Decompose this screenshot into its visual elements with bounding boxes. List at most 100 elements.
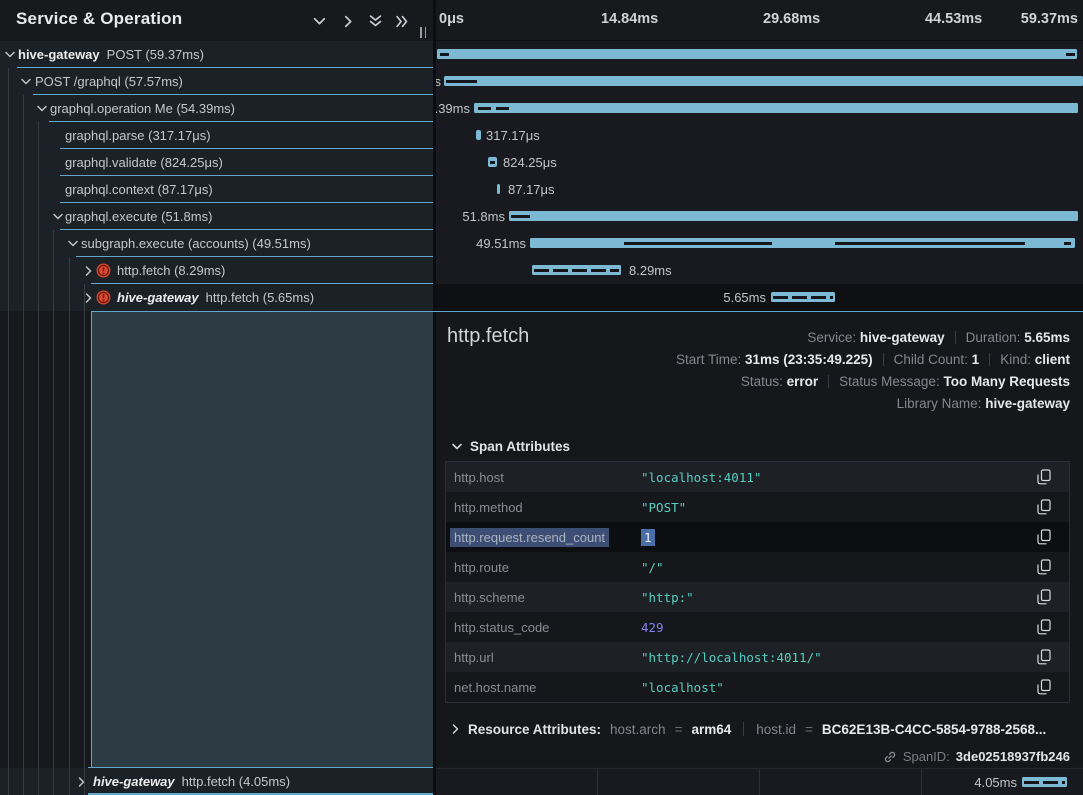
chevron-down-icon[interactable]: [37, 95, 47, 122]
attr-value: 1: [641, 529, 655, 546]
span-title: http.fetch: [447, 325, 529, 348]
tree-row-subgraph-execute[interactable]: subgraph.execute (accounts) (49.51ms): [0, 230, 433, 257]
attr-value: "localhost:4011": [641, 470, 761, 485]
expansion-bottom-line: [88, 767, 433, 769]
collapse-all-icon[interactable]: [367, 14, 383, 28]
span-id-label: SpanID:: [903, 749, 950, 764]
attr-row[interactable]: net.host.name "localhost": [446, 672, 1069, 702]
tick-label: 0μs: [439, 11, 464, 27]
chevron-down-icon[interactable]: [53, 203, 63, 230]
span-metadata: Service: hive-gatewayDuration: 5.65ms St…: [676, 327, 1070, 415]
tree-row-graphql-parse[interactable]: graphql.parse (317.17μs): [0, 122, 433, 149]
collapse-one-icon[interactable]: [311, 14, 327, 28]
span-bar[interactable]: [1022, 777, 1067, 787]
section-title: Span Attributes: [470, 439, 570, 454]
chevron-right-icon[interactable]: [85, 257, 92, 284]
tree-row-graphql-context[interactable]: graphql.context (87.17μs): [0, 176, 433, 203]
timeline-header: 0μs 14.84ms 29.68ms 44.53ms 59.37ms: [436, 0, 1083, 41]
attr-key: http.scheme: [454, 590, 525, 605]
tree-header: Service & Operation: [0, 0, 433, 41]
attr-row-selected[interactable]: http.request.resend_count 1: [446, 522, 1069, 552]
error-icon: [96, 290, 111, 305]
tree-row-http-fetch-1[interactable]: http.fetch (8.29ms): [0, 257, 433, 284]
copy-icon[interactable]: [1037, 649, 1053, 665]
tree-row-graphql-execute[interactable]: graphql.execute (51.8ms): [0, 203, 433, 230]
selected-row-underline: [91, 311, 1083, 313]
chevron-down-icon[interactable]: [5, 41, 15, 68]
span-bar[interactable]: [530, 238, 1075, 248]
attr-row[interactable]: http.status_code 429: [446, 612, 1069, 642]
attr-value: 429: [641, 620, 664, 635]
meta-label: Service:: [807, 330, 856, 345]
timeline-row: 49.51ms: [436, 230, 1083, 257]
copy-icon[interactable]: [1037, 589, 1053, 605]
attr-row[interactable]: http.method "POST": [446, 492, 1069, 522]
panel-resize-handle[interactable]: [420, 27, 428, 38]
copy-icon[interactable]: [1037, 469, 1053, 485]
attr-row[interactable]: http.route "/": [446, 552, 1069, 582]
span-bar[interactable]: [476, 130, 481, 140]
section-title: Resource Attributes:: [468, 722, 601, 737]
span-attributes-header[interactable]: Span Attributes: [452, 439, 570, 454]
meta-value: 1: [972, 352, 980, 367]
span-label: graphql.execute (51.8ms): [65, 209, 212, 224]
expand-one-icon[interactable]: [340, 14, 356, 28]
timeline-panel: 0μs 14.84ms 29.68ms 44.53ms 59.37ms 57.5…: [436, 0, 1083, 795]
span-bar[interactable]: [488, 157, 497, 167]
timeline-row: 824.25μs: [436, 149, 1083, 176]
span-bar[interactable]: [474, 103, 1078, 113]
tree-row-post-graphql[interactable]: POST /graphql (57.57ms): [0, 68, 433, 95]
footer-row-underline: [88, 793, 433, 795]
tree-row-graphql-operation[interactable]: graphql.operation Me (54.39ms): [0, 95, 433, 122]
span-label: http.fetch (5.65ms): [206, 290, 314, 305]
tree-row-http-fetch-3[interactable]: hive-gatewayhttp.fetch (4.05ms): [0, 768, 433, 795]
copy-icon[interactable]: [1037, 619, 1053, 635]
copy-icon[interactable]: [1037, 679, 1053, 695]
duration-label: 317.17μs: [486, 122, 540, 149]
tick-label: 59.37ms: [1021, 11, 1078, 27]
expand-all-icon[interactable]: [394, 14, 410, 28]
service-name: hive-gateway: [117, 290, 199, 305]
attr-row[interactable]: http.scheme "http:": [446, 582, 1069, 612]
span-tree-panel: Service & Operation hive-gatewayPOST (59…: [0, 0, 433, 795]
tick-label: 44.53ms: [925, 11, 982, 27]
meta-value: client: [1035, 352, 1070, 367]
span-bar[interactable]: [509, 211, 1078, 221]
span-label: http.fetch (8.29ms): [117, 263, 225, 278]
attr-key: http.route: [454, 560, 509, 575]
attr-row[interactable]: http.url "http://localhost:4011/": [446, 642, 1069, 672]
attr-key: http.host: [454, 470, 504, 485]
span-bar[interactable]: [771, 292, 835, 302]
chevron-down-icon[interactable]: [21, 68, 31, 95]
tree-row-http-fetch-2-selected[interactable]: hive-gateway http.fetch (5.65ms): [0, 284, 433, 311]
copy-icon[interactable]: [1037, 559, 1053, 575]
chevron-right-icon[interactable]: [85, 284, 92, 311]
attr-value: "http://localhost:4011/": [641, 650, 822, 665]
attr-key: http.method: [454, 500, 523, 515]
meta-label: Kind:: [1000, 352, 1031, 367]
attr-value: "http:": [641, 590, 694, 605]
span-label: graphql.context (87.17μs): [65, 182, 213, 197]
span-bar[interactable]: [437, 49, 1077, 59]
copy-icon[interactable]: [1037, 499, 1053, 515]
tree-row-graphql-validate[interactable]: graphql.validate (824.25μs): [0, 149, 433, 176]
meta-value: hive-gateway: [860, 330, 945, 345]
chevron-down-icon[interactable]: [68, 230, 78, 257]
meta-value: 5.65ms: [1024, 330, 1070, 345]
meta-label: Library Name:: [897, 396, 982, 411]
indent-guide: [84, 284, 85, 795]
span-bar[interactable]: [532, 265, 621, 275]
copy-icon[interactable]: [1037, 529, 1053, 545]
tree-row-hive-gateway-post[interactable]: hive-gatewayPOST (59.37ms): [0, 41, 433, 68]
resource-attributes-row[interactable]: Resource Attributes: host.arch = arm64 h…: [452, 718, 1046, 740]
link-icon[interactable]: [883, 750, 897, 764]
span-bar[interactable]: [497, 184, 500, 194]
attr-row[interactable]: http.host "localhost:4011": [446, 462, 1069, 492]
indent-guide: [69, 257, 70, 795]
attr-key: net.host.name: [454, 680, 536, 695]
indent-guide: [53, 230, 54, 795]
span-bar[interactable]: [444, 76, 1083, 86]
span-id-row: SpanID: 3de02518937fb246: [883, 749, 1070, 764]
duration-label: 54.39ms: [436, 95, 470, 122]
timeline-row: 8.29ms: [436, 257, 1083, 284]
